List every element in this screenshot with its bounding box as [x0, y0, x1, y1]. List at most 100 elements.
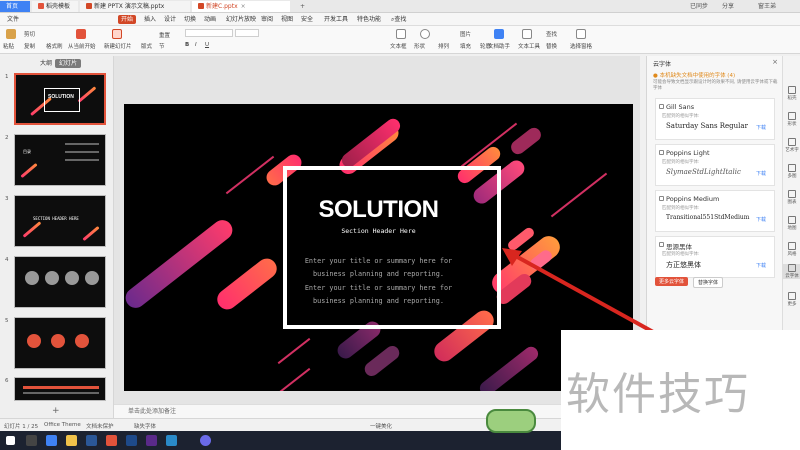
app-icon[interactable] — [166, 435, 177, 446]
reset-button[interactable]: 重置 — [159, 31, 170, 39]
edge-icon[interactable] — [46, 435, 57, 446]
notes-placeholder: 单击此处添加备注 — [128, 408, 177, 415]
find-button[interactable]: 查找 — [546, 30, 557, 38]
tool-shape[interactable]: 形状 — [783, 112, 800, 127]
tab-docer[interactable]: 稻壳模板 — [32, 1, 78, 12]
close-icon[interactable]: × — [772, 58, 778, 66]
tab-slides[interactable]: 幻灯片 — [55, 59, 82, 68]
menu-special[interactable]: 特色功能 — [354, 15, 384, 24]
replace-font-button[interactable]: 替换字体 — [693, 277, 724, 288]
section-button[interactable]: 节 — [159, 42, 165, 50]
select-pane-icon[interactable] — [576, 29, 586, 39]
new-tab-button[interactable]: + — [294, 1, 306, 12]
underline-button[interactable]: U — [205, 42, 209, 48]
store-icon[interactable] — [86, 435, 97, 446]
textbox-button[interactable]: 文本框 — [390, 42, 407, 50]
share-button[interactable]: 分享 — [716, 1, 738, 12]
slide-thumb-3[interactable]: SECTION HEADER HERE — [14, 195, 106, 247]
close-tab-icon[interactable]: × — [241, 3, 246, 10]
menu-animation[interactable]: 动画 — [201, 15, 219, 24]
slide-thumb-6[interactable] — [14, 377, 106, 401]
copy-button[interactable]: 复制 — [24, 42, 35, 50]
format-painter-button[interactable]: 格式刷 — [46, 42, 63, 50]
menu-insert[interactable]: 插入 — [141, 15, 159, 24]
download-button[interactable]: 下载 — [756, 124, 766, 131]
slide-thumb-5[interactable] — [14, 317, 106, 369]
tool-wordart[interactable]: 艺术字 — [783, 138, 800, 153]
new-slide-icon[interactable] — [112, 29, 122, 39]
paste-icon[interactable] — [6, 29, 16, 39]
from-current-button[interactable]: 从当前开始 — [68, 42, 96, 50]
download-button[interactable]: 下载 — [756, 216, 766, 223]
font-card[interactable]: Poppins Medium 匹配到的相似字体: Transitional551… — [655, 190, 775, 232]
font-family-select[interactable] — [185, 29, 233, 37]
tool-cloud-font[interactable]: 云字体 — [783, 264, 800, 279]
app-icon[interactable] — [200, 435, 211, 446]
shape-button[interactable]: 形状 — [414, 42, 425, 50]
font-size-select[interactable] — [235, 29, 259, 37]
picture-button[interactable]: 图片 — [460, 30, 471, 38]
text-tools-button[interactable]: 文本工具 — [518, 42, 540, 50]
select-pane-button[interactable]: 选择窗格 — [570, 42, 592, 50]
textbox-icon[interactable] — [396, 29, 406, 39]
paste-button[interactable]: 粘贴 — [3, 42, 14, 50]
doc-assistant-icon[interactable] — [494, 29, 504, 39]
doc-assistant-button[interactable]: 文档助手 — [488, 42, 510, 50]
beautify-button[interactable]: 一键美化 — [370, 422, 392, 430]
new-slide-button[interactable]: 新建幻灯片 — [104, 42, 132, 50]
fill-button[interactable]: 填充 — [460, 42, 471, 50]
menu-view[interactable]: 视图 — [278, 15, 296, 24]
menu-design[interactable]: 设计 — [161, 15, 179, 24]
menu-search[interactable]: ⌕查找 — [388, 15, 409, 24]
cut-button[interactable]: 剪切 — [24, 30, 35, 38]
missing-font-status[interactable]: 缺失字体 — [134, 422, 156, 430]
sync-status[interactable]: 已同步 — [684, 1, 714, 12]
wps-icon[interactable] — [106, 435, 117, 446]
menu-developer[interactable]: 开发工具 — [321, 15, 351, 24]
download-button[interactable]: 下载 — [756, 262, 766, 269]
menu-security[interactable]: 安全 — [298, 15, 316, 24]
slide-title[interactable]: SOLUTION — [124, 196, 633, 224]
search-icon[interactable] — [26, 435, 37, 446]
layout-button[interactable]: 版式 — [141, 42, 152, 50]
folder-icon[interactable] — [66, 435, 77, 446]
slide-thumb-4[interactable] — [14, 256, 106, 308]
menu-home[interactable]: 开始 — [118, 15, 137, 24]
shape-icon[interactable] — [420, 29, 430, 39]
decor-bar — [339, 115, 403, 171]
premiere-icon[interactable] — [146, 435, 157, 446]
download-button[interactable]: 下载 — [756, 170, 766, 177]
doc-protect-status[interactable]: 文档未保护 — [86, 422, 114, 430]
slide-thumb-2[interactable]: 目录 — [14, 134, 106, 186]
user-name[interactable]: 窗王弟 — [752, 1, 782, 12]
menu-slideshow[interactable]: 幻灯片放映 — [223, 15, 259, 24]
font-card[interactable]: Poppins Light 匹配到的相似字体: SlymaeStdLightIt… — [655, 144, 775, 186]
italic-button[interactable]: I — [195, 42, 197, 48]
tab-home[interactable]: 首页 — [0, 1, 30, 12]
tool-chart[interactable]: 图表 — [783, 190, 800, 205]
decor-bar — [477, 343, 541, 391]
tool-multi-image[interactable]: 多图 — [783, 164, 800, 179]
font-card[interactable]: 思源黑体 匹配到的相似字体: 方正悠黑体 下载 — [655, 236, 775, 278]
tab-doc-2[interactable]: 新建C.pptx × — [192, 1, 290, 12]
slide-thumb-1[interactable]: SOLUTION — [14, 73, 106, 125]
add-slide-button[interactable]: + — [52, 406, 60, 416]
tab-doc-1[interactable]: 新建 PPTX 演示文稿.pptx — [80, 1, 190, 12]
menu-transition[interactable]: 切换 — [181, 15, 199, 24]
tab-outline[interactable]: 大纲 — [36, 59, 56, 68]
slide-subtitle[interactable]: Section Header Here — [124, 227, 633, 235]
menu-review[interactable]: 审阅 — [258, 15, 276, 24]
tool-more[interactable]: 更多 — [783, 292, 800, 307]
arrange-button[interactable]: 排列 — [438, 42, 449, 50]
font-card[interactable]: Gill Sans 匹配到的相似字体: Saturday Sans Regula… — [655, 98, 775, 140]
tool-docer[interactable]: 稻壳 — [783, 86, 800, 101]
replace-button[interactable]: 替换 — [546, 42, 557, 50]
photoshop-icon[interactable] — [126, 435, 137, 446]
windows-start-icon[interactable] — [6, 436, 15, 445]
tool-map[interactable]: 地图 — [783, 216, 800, 231]
play-icon[interactable] — [76, 29, 86, 39]
menu-file[interactable]: 文件 — [4, 15, 22, 24]
tool-style[interactable]: 风格 — [783, 242, 800, 257]
text-tools-icon[interactable] — [522, 29, 532, 39]
bold-button[interactable]: B — [185, 42, 189, 48]
